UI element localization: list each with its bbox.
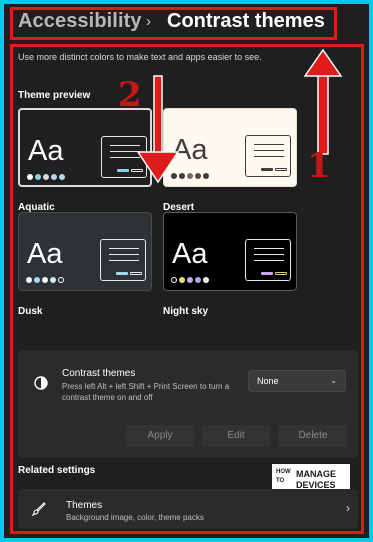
theme-name-night-sky: Night sky bbox=[163, 306, 209, 317]
settings-window: Accessibility › Contrast themes Use more… bbox=[4, 4, 369, 538]
chevron-down-icon: ⌄ bbox=[330, 376, 337, 385]
theme-sample-text: Aa bbox=[172, 238, 208, 270]
contrast-themes-description: Press left Alt + left Shift + Print Scre… bbox=[62, 382, 230, 402]
theme-card-desert[interactable]: Aa bbox=[163, 108, 297, 187]
dropdown-selected-value: None bbox=[257, 376, 279, 386]
contrast-icon bbox=[34, 376, 48, 390]
contrast-theme-dropdown[interactable]: None ⌄ bbox=[248, 370, 346, 392]
theme-color-dots bbox=[27, 174, 65, 180]
paintbrush-icon bbox=[32, 502, 46, 516]
theme-window-preview bbox=[245, 135, 291, 177]
delete-button[interactable]: Delete bbox=[279, 425, 347, 447]
theme-card-night-sky[interactable]: Aa bbox=[163, 212, 297, 291]
theme-window-preview bbox=[245, 239, 291, 281]
contrast-themes-title: Contrast themes bbox=[62, 368, 136, 379]
theme-sample-text: Aa bbox=[27, 238, 63, 270]
theme-name-dusk: Dusk bbox=[18, 306, 43, 317]
theme-preview-label: Theme preview bbox=[18, 90, 91, 101]
chevron-right-icon: › bbox=[346, 501, 350, 515]
edit-button[interactable]: Edit bbox=[202, 425, 270, 447]
annotation-box-header bbox=[10, 7, 337, 40]
annotation-arrow-up-icon bbox=[304, 48, 343, 155]
theme-card-aquatic[interactable]: Aa bbox=[18, 108, 152, 187]
annotation-number-1: 1 bbox=[307, 146, 331, 186]
theme-window-preview bbox=[100, 239, 146, 281]
related-item-title: Themes bbox=[66, 500, 103, 511]
page-description: Use more distinct colors to make text an… bbox=[18, 52, 262, 62]
related-item-subtitle: Background image, color, theme packs bbox=[66, 513, 204, 522]
theme-card-dusk[interactable]: Aa bbox=[18, 212, 152, 291]
theme-color-dots bbox=[26, 277, 64, 283]
related-item-themes[interactable]: Themes Background image, color, theme pa… bbox=[18, 489, 358, 529]
page-header: Accessibility › Contrast themes bbox=[4, 4, 369, 44]
related-settings-label: Related settings bbox=[18, 465, 96, 476]
theme-color-dots bbox=[171, 277, 209, 283]
annotation-arrow-down-icon bbox=[136, 75, 180, 184]
theme-sample-text: Aa bbox=[28, 135, 64, 167]
apply-button[interactable]: Apply bbox=[126, 425, 194, 447]
